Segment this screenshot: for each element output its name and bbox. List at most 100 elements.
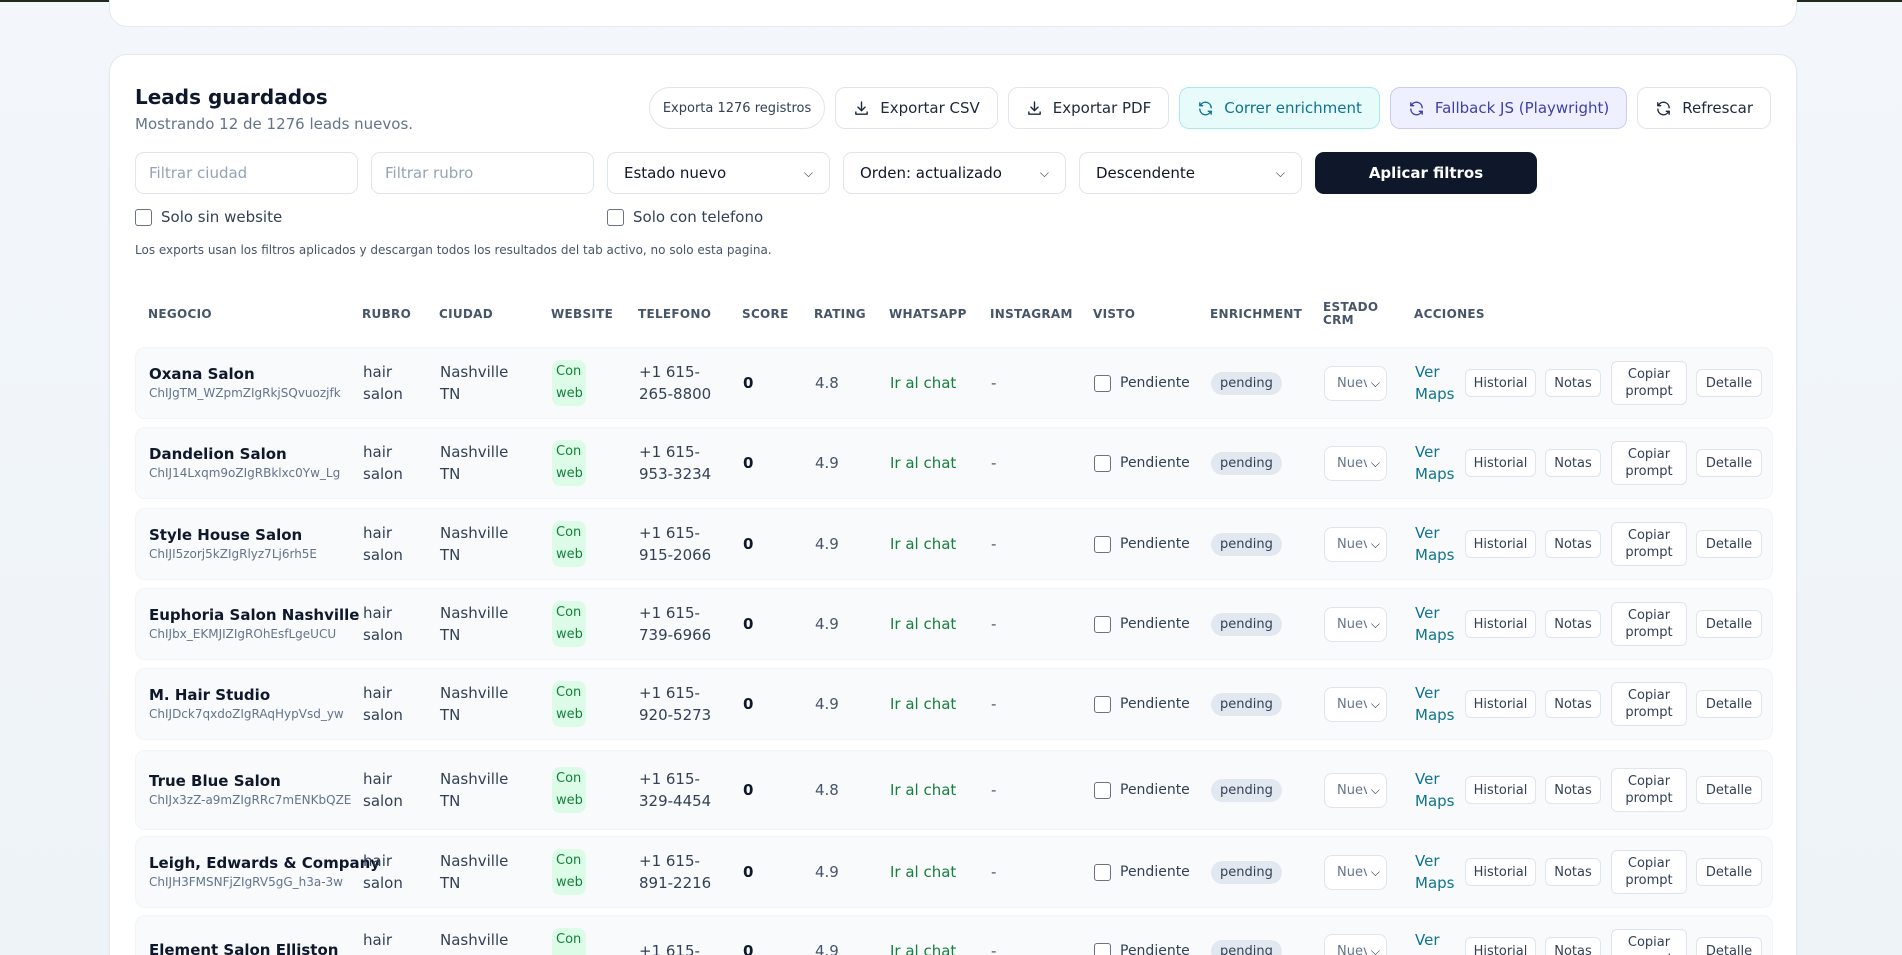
copy-prompt-button[interactable]: Copiar prompt	[1611, 441, 1687, 485]
crm-status-select[interactable]: Nuevo ⌵	[1324, 686, 1387, 722]
notas-button[interactable]: Notas	[1545, 610, 1601, 638]
crm-cell: Nuevo ⌵	[1324, 916, 1387, 955]
historial-button[interactable]: Historial	[1465, 937, 1536, 955]
detalle-button[interactable]: Detalle	[1696, 530, 1762, 558]
crm-status-select[interactable]: Nuevo ⌵	[1324, 606, 1387, 642]
only-no-website-option[interactable]: Solo sin website	[135, 208, 282, 226]
visto-toggle[interactable]: Pendiente	[1094, 374, 1190, 392]
visto-checkbox[interactable]	[1094, 454, 1111, 472]
visto-checkbox[interactable]	[1094, 863, 1111, 881]
detalle-button[interactable]: Detalle	[1696, 858, 1762, 886]
copy-prompt-button[interactable]: Copiar prompt	[1611, 850, 1687, 894]
category-filter-input[interactable]	[371, 152, 594, 194]
historial-button[interactable]: Historial	[1465, 776, 1536, 804]
apply-filters-button[interactable]: Aplicar filtros	[1315, 152, 1537, 194]
historial-button[interactable]: Historial	[1465, 610, 1536, 638]
crm-status-select[interactable]: Nuevo ⌵	[1324, 933, 1387, 955]
copy-prompt-button[interactable]: Copiar prompt	[1611, 522, 1687, 566]
visto-toggle[interactable]: Pendiente	[1094, 942, 1190, 955]
crm-status-select[interactable]: Nuevo ⌵	[1324, 365, 1387, 401]
ver-maps-link[interactable]: Ver Maps	[1415, 348, 1454, 418]
ver-maps-link[interactable]: Ver Maps	[1415, 589, 1454, 659]
visto-toggle[interactable]: Pendiente	[1094, 863, 1190, 881]
only-with-phone-option[interactable]: Solo con telefono	[607, 208, 763, 226]
whatsapp-link[interactable]: Ir al chat	[890, 509, 956, 579]
detalle-button[interactable]: Detalle	[1696, 776, 1762, 804]
whatsapp-link[interactable]: Ir al chat	[890, 916, 956, 955]
visto-toggle[interactable]: Pendiente	[1094, 695, 1190, 713]
whatsapp-link[interactable]: Ir al chat	[890, 669, 956, 739]
run-enrichment-label: Correr enrichment	[1224, 99, 1362, 117]
copy-prompt-button[interactable]: Copiar prompt	[1611, 602, 1687, 646]
visto-checkbox[interactable]	[1094, 615, 1111, 633]
detalle-button[interactable]: Detalle	[1696, 937, 1762, 955]
direction-select[interactable]: Descendente ⌵	[1079, 152, 1302, 194]
only-with-phone-checkbox[interactable]	[607, 208, 624, 226]
export-csv-button[interactable]: Exportar CSV	[835, 87, 998, 129]
visto-checkbox[interactable]	[1094, 942, 1111, 955]
website-cell: Con web	[552, 428, 586, 498]
ver-maps-link[interactable]: Ver Maps	[1415, 509, 1454, 579]
notas-button[interactable]: Notas	[1545, 858, 1601, 886]
ver-maps-link[interactable]: Ver Maps	[1415, 916, 1454, 955]
notas-button[interactable]: Notas	[1545, 937, 1601, 955]
visto-checkbox[interactable]	[1094, 535, 1111, 553]
crm-status-select[interactable]: Nuevo ⌵	[1324, 772, 1387, 808]
notas-button[interactable]: Notas	[1545, 369, 1601, 397]
status-select[interactable]: Estado nuevo ⌵	[607, 152, 830, 194]
visto-checkbox[interactable]	[1094, 695, 1111, 713]
whatsapp-link[interactable]: Ir al chat	[890, 751, 956, 829]
visto-checkbox[interactable]	[1094, 781, 1111, 799]
visto-toggle[interactable]: Pendiente	[1094, 454, 1190, 472]
historial-button[interactable]: Historial	[1465, 369, 1536, 397]
order-select[interactable]: Orden: actualizado ⌵	[843, 152, 1066, 194]
detalle-button[interactable]: Detalle	[1696, 690, 1762, 718]
ver-maps-link[interactable]: Ver Maps	[1415, 751, 1454, 829]
notas-button[interactable]: Notas	[1545, 449, 1601, 477]
copy-prompt-button[interactable]: Copiar prompt	[1611, 682, 1687, 726]
historial-button[interactable]: Historial	[1465, 858, 1536, 886]
city-filter-input[interactable]	[135, 152, 358, 194]
notas-button[interactable]: Notas	[1545, 530, 1601, 558]
visto-checkbox[interactable]	[1094, 374, 1111, 392]
copy-prompt-button[interactable]: Copiar prompt	[1611, 768, 1687, 812]
crm-status-select[interactable]: Nuevo ⌵	[1324, 854, 1387, 890]
crm-status-select[interactable]: Nuevo ⌵	[1324, 445, 1387, 481]
copy-prompt-button[interactable]: Copiar prompt	[1611, 929, 1687, 955]
crm-status-select[interactable]: Nuevo ⌵	[1324, 526, 1387, 562]
detalle-button[interactable]: Detalle	[1696, 449, 1762, 477]
visto-toggle[interactable]: Pendiente	[1094, 535, 1190, 553]
whatsapp-link[interactable]: Ir al chat	[890, 589, 956, 659]
copy-prompt-button[interactable]: Copiar prompt	[1611, 361, 1687, 405]
ver-maps-link[interactable]: Ver Maps	[1415, 428, 1454, 498]
whatsapp-link[interactable]: Ir al chat	[890, 348, 956, 418]
copy-prompt-line1: Copiar	[1627, 774, 1671, 789]
whatsapp-link[interactable]: Ir al chat	[890, 428, 956, 498]
run-enrichment-button[interactable]: Correr enrichment	[1179, 87, 1380, 129]
ver-maps-link[interactable]: Ver Maps	[1415, 669, 1454, 739]
fallback-js-button[interactable]: Fallback JS (Playwright)	[1389, 87, 1628, 129]
category-line2: salon	[363, 706, 403, 724]
only-no-website-checkbox[interactable]	[135, 208, 152, 226]
notas-button[interactable]: Notas	[1545, 690, 1601, 718]
city-line2: TN	[440, 465, 461, 483]
whatsapp-link[interactable]: Ir al chat	[890, 837, 956, 907]
website-badge: Con web	[552, 601, 586, 647]
notas-button[interactable]: Notas	[1545, 776, 1601, 804]
visto-toggle[interactable]: Pendiente	[1094, 615, 1190, 633]
detalle-button[interactable]: Detalle	[1696, 610, 1762, 638]
city-cell: Nashville TN	[440, 509, 508, 579]
historial-cell: Historial	[1465, 509, 1536, 579]
detalle-button[interactable]: Detalle	[1696, 369, 1762, 397]
phone-line1: +1 615-	[639, 443, 700, 461]
export-csv-label: Exportar CSV	[880, 99, 980, 117]
export-pdf-button[interactable]: Exportar PDF	[1007, 87, 1170, 129]
visto-toggle[interactable]: Pendiente	[1094, 781, 1190, 799]
visto-label: Pendiente	[1120, 536, 1190, 552]
historial-button[interactable]: Historial	[1465, 530, 1536, 558]
historial-button[interactable]: Historial	[1465, 690, 1536, 718]
refresh-button[interactable]: Refrescar	[1637, 87, 1771, 129]
historial-button[interactable]: Historial	[1465, 449, 1536, 477]
refresh-icon	[1409, 101, 1423, 115]
ver-maps-link[interactable]: Ver Maps	[1415, 837, 1454, 907]
